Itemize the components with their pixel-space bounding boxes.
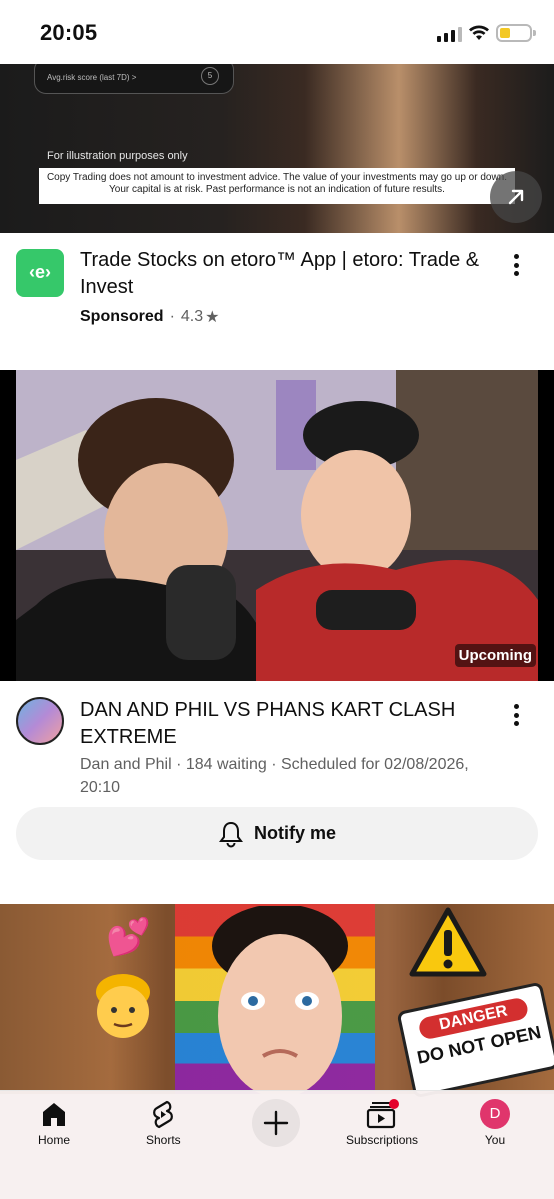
nav-you[interactable]: D You bbox=[480, 1099, 510, 1147]
channel-avatar[interactable] bbox=[16, 697, 64, 745]
nav-you-label: You bbox=[484, 1133, 506, 1147]
ad-rating: 4.3 bbox=[180, 308, 204, 325]
ad-risk-card: Avg.risk score (last 7D) > 5 bbox=[34, 64, 234, 94]
video-title[interactable]: DAN AND PHIL VS PHANS KART CLASH EXTREME bbox=[80, 697, 490, 751]
battery-tip bbox=[533, 30, 536, 36]
meta-separator: · bbox=[169, 308, 175, 325]
nav-subscriptions[interactable]: Subscriptions bbox=[346, 1099, 418, 1147]
ad-open-button[interactable] bbox=[490, 171, 542, 223]
bell-icon bbox=[218, 821, 243, 847]
warning-icon bbox=[409, 907, 487, 977]
shorts-icon bbox=[153, 1100, 174, 1129]
ad-disclaimer: Copy Trading does not amount to investme… bbox=[39, 168, 515, 204]
home-icon bbox=[43, 1103, 65, 1126]
video-thumbnail[interactable]: Upcoming bbox=[0, 370, 554, 681]
person-emoji bbox=[96, 974, 150, 1038]
thumbnail-image bbox=[16, 370, 538, 681]
notify-me-button[interactable]: Notify me bbox=[16, 807, 538, 860]
arrow-up-right-icon bbox=[508, 189, 524, 205]
nav-subscriptions-label: Subscriptions bbox=[346, 1133, 419, 1147]
cellular-signal-icon bbox=[437, 27, 462, 42]
user-avatar: D bbox=[480, 1099, 510, 1129]
nav-home[interactable]: Home bbox=[38, 1099, 70, 1147]
thumbnail-scene bbox=[16, 370, 538, 681]
nav-shorts-label: Shorts bbox=[146, 1133, 181, 1147]
advertiser-logo[interactable]: ‹e› bbox=[16, 249, 64, 297]
notify-me-label: Notify me bbox=[253, 823, 336, 843]
create-button[interactable] bbox=[252, 1099, 300, 1147]
video-meta: Dan and Phil · 184 waiting · Scheduled f… bbox=[80, 756, 469, 796]
bottom-navigation: Home Shorts Subscriptions D You bbox=[0, 1090, 554, 1199]
ad-title[interactable]: Trade Stocks on etoro™ App | etoro: Trad… bbox=[80, 247, 480, 301]
ad-more-options-button[interactable] bbox=[504, 251, 528, 279]
subscriptions-icon bbox=[366, 1099, 400, 1129]
ad-thumbnail[interactable]: Avg.risk score (last 7D) > 5 For illustr… bbox=[0, 64, 554, 233]
nav-shorts[interactable]: Shorts bbox=[146, 1099, 181, 1147]
person-face-image bbox=[212, 906, 348, 1094]
nav-home-label: Home bbox=[38, 1133, 71, 1147]
status-bar: 20:05 bbox=[0, 0, 554, 64]
plus-icon bbox=[263, 1110, 289, 1136]
hearts-emoji: 💕 bbox=[106, 917, 151, 958]
sponsored-label: Sponsored bbox=[80, 308, 164, 325]
upcoming-badge: Upcoming bbox=[454, 644, 536, 667]
status-time: 20:05 bbox=[40, 20, 98, 45]
star-icon: ★ bbox=[205, 309, 220, 326]
ad-illustration-note: For illustration purposes only bbox=[47, 150, 188, 162]
ad-risk-card-value: 5 bbox=[201, 67, 219, 85]
wifi-icon bbox=[469, 25, 489, 40]
battery-icon bbox=[496, 24, 532, 42]
ad-risk-card-text: Avg.risk score (last 7D) > bbox=[47, 73, 137, 82]
video-more-options-button[interactable] bbox=[504, 701, 528, 729]
ad-meta: Sponsored · 4.3 ★ bbox=[80, 307, 219, 327]
